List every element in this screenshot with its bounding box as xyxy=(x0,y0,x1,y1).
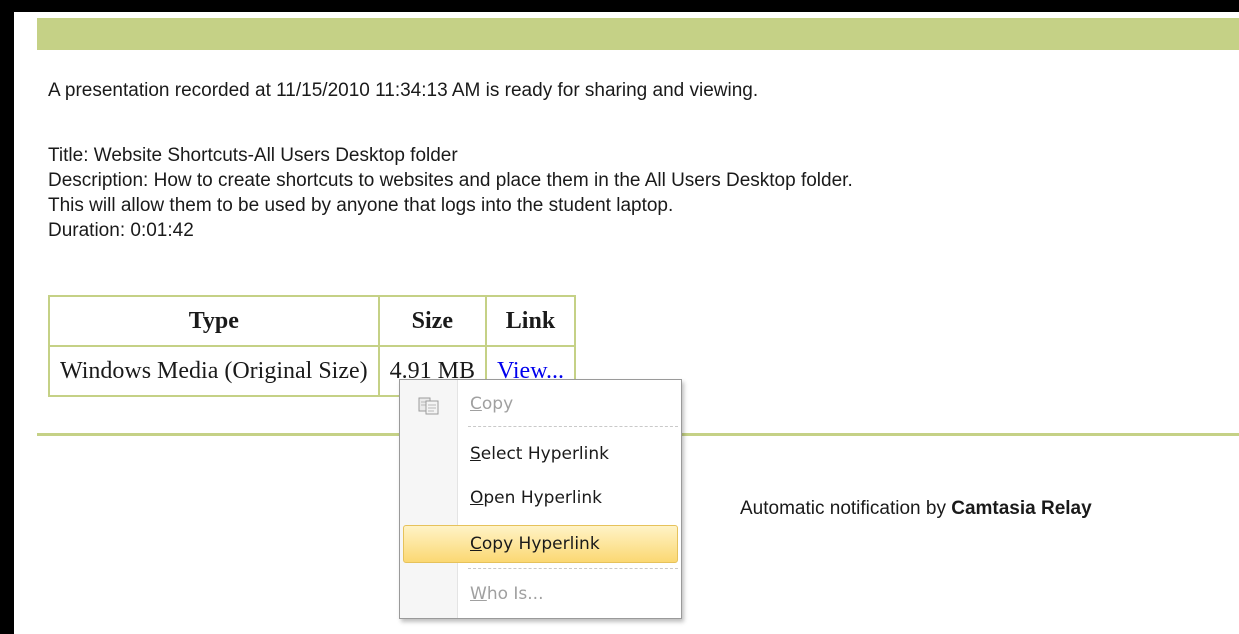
menu-item-label: Copy xyxy=(470,394,514,414)
context-menu: Copy Select Hyperlink Open Hyperlink Cop… xyxy=(399,379,682,619)
menu-item-label: Open Hyperlink xyxy=(470,488,602,508)
table-header-row: Type Size Link xyxy=(48,295,576,347)
intro-text: A presentation recorded at 11/15/2010 11… xyxy=(48,80,759,101)
menu-item-open-hyperlink[interactable]: Open Hyperlink xyxy=(403,483,678,513)
menu-separator xyxy=(468,568,678,569)
footer-prefix: Automatic notification by xyxy=(740,498,952,519)
footer-brand: Camtasia Relay xyxy=(951,498,1092,519)
header-bar xyxy=(37,18,1239,50)
menu-item-who-is[interactable]: Who Is... xyxy=(403,579,678,609)
menu-item-copy-hyperlink[interactable]: Copy Hyperlink xyxy=(403,525,678,563)
detail-description-line1: Description: How to create shortcuts to … xyxy=(48,170,853,191)
header-type: Type xyxy=(48,295,380,347)
menu-item-label: Who Is... xyxy=(470,584,544,604)
menu-item-label: Select Hyperlink xyxy=(470,444,610,464)
footer-notification: Automatic notification by Camtasia Relay xyxy=(740,498,1092,520)
presentation-details: Title: Website Shortcuts-All Users Deskt… xyxy=(48,143,853,243)
menu-item-select-hyperlink[interactable]: Select Hyperlink xyxy=(403,439,678,469)
detail-title: Title: Website Shortcuts-All Users Deskt… xyxy=(48,145,458,166)
menu-item-copy[interactable]: Copy xyxy=(403,389,678,419)
cell-type: Windows Media (Original Size) xyxy=(48,345,380,397)
window-frame-left xyxy=(0,0,14,634)
header-size: Size xyxy=(377,295,488,347)
window-frame-top xyxy=(0,0,1239,12)
header-link: Link xyxy=(485,295,576,347)
detail-duration: Duration: 0:01:42 xyxy=(48,220,194,241)
menu-separator xyxy=(468,426,678,427)
menu-item-label: Copy Hyperlink xyxy=(470,534,600,554)
detail-description-line2: This will allow them to be used by anyon… xyxy=(48,195,674,216)
copy-icon xyxy=(418,397,439,415)
